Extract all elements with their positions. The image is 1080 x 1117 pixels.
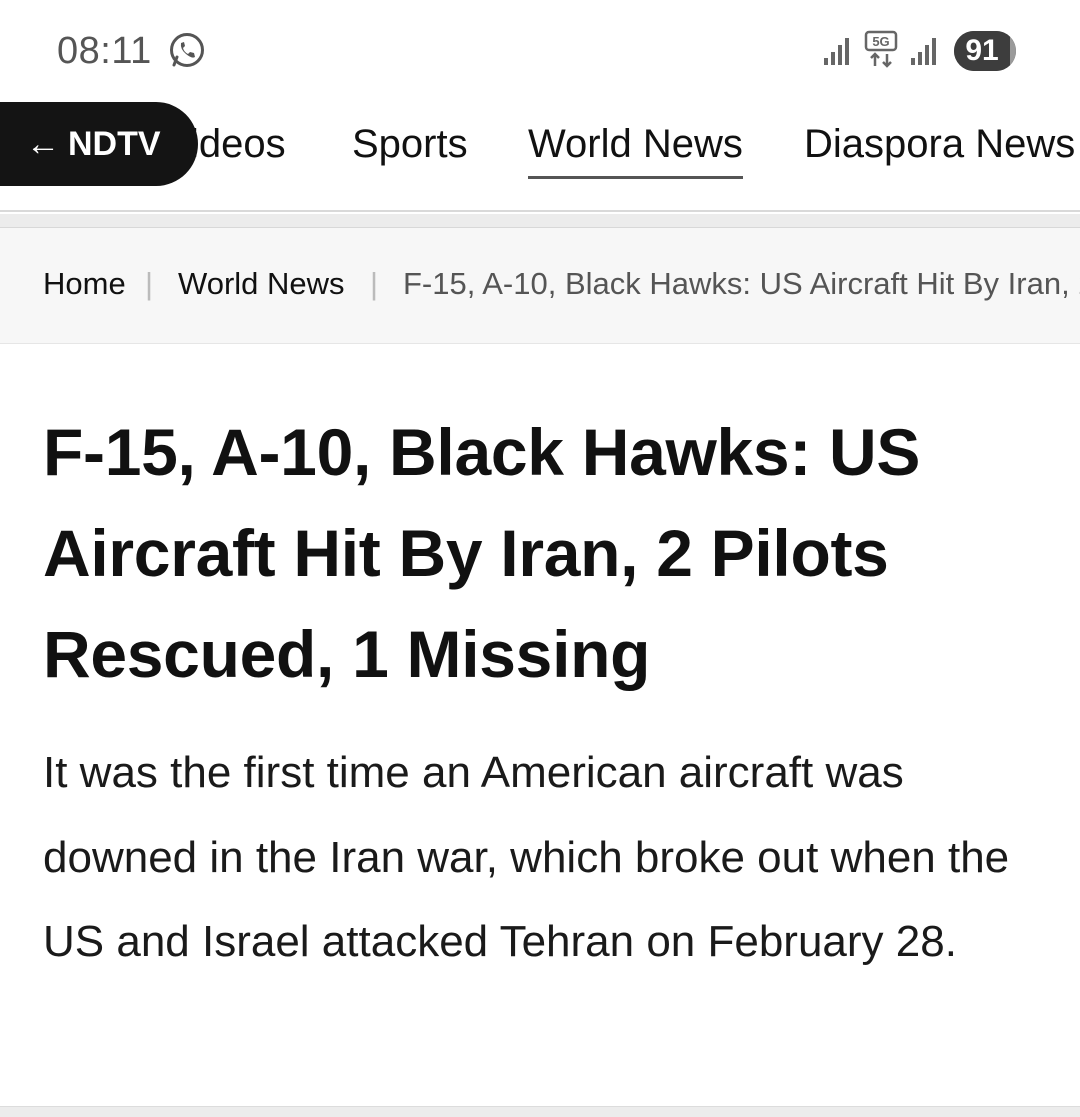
divider xyxy=(0,214,1080,228)
status-time: 08:11 xyxy=(57,30,152,72)
tab-world-news[interactable]: World News xyxy=(528,120,743,179)
breadcrumb: Home | World News | F-15, A-10, Black Ha… xyxy=(0,228,1080,344)
breadcrumb-separator: | xyxy=(145,266,154,301)
breadcrumb-current-page: F-15, A-10, Black Hawks: US Aircraft Hit… xyxy=(403,266,1080,301)
article-headline: F-15, A-10, Black Hawks: US Aircraft Hit… xyxy=(43,415,921,691)
category-nav: ← NDTV ideos Sports World News Diaspora … xyxy=(0,100,1080,212)
section-divider xyxy=(0,1106,1080,1117)
back-button[interactable]: ← NDTV xyxy=(0,102,198,186)
5g-label: 5G xyxy=(872,34,889,49)
battery-icon: 91 xyxy=(954,31,1016,71)
back-button-label: NDTV xyxy=(68,124,161,163)
breadcrumb-home-link[interactable]: Home xyxy=(43,264,126,304)
breadcrumb-world-news-link[interactable]: World News xyxy=(178,264,345,304)
signal-icon xyxy=(824,38,849,65)
back-arrow-icon: ← xyxy=(26,124,60,163)
tab-sports[interactable]: Sports xyxy=(352,120,468,168)
5g-icon: 5G xyxy=(864,30,898,68)
whatsapp-icon xyxy=(170,33,204,67)
breadcrumb-separator: | xyxy=(370,266,379,301)
battery-level: 91 xyxy=(965,34,999,67)
battery-empty xyxy=(1010,31,1016,71)
tab-videos[interactable]: ideos xyxy=(190,120,286,168)
tab-diaspora-news[interactable]: Diaspora News xyxy=(804,120,1075,168)
status-bar: 08:11 5G 91 xyxy=(0,0,1080,100)
article-summary: It was the first time an American aircra… xyxy=(43,748,1010,966)
signal-icon xyxy=(911,38,936,65)
